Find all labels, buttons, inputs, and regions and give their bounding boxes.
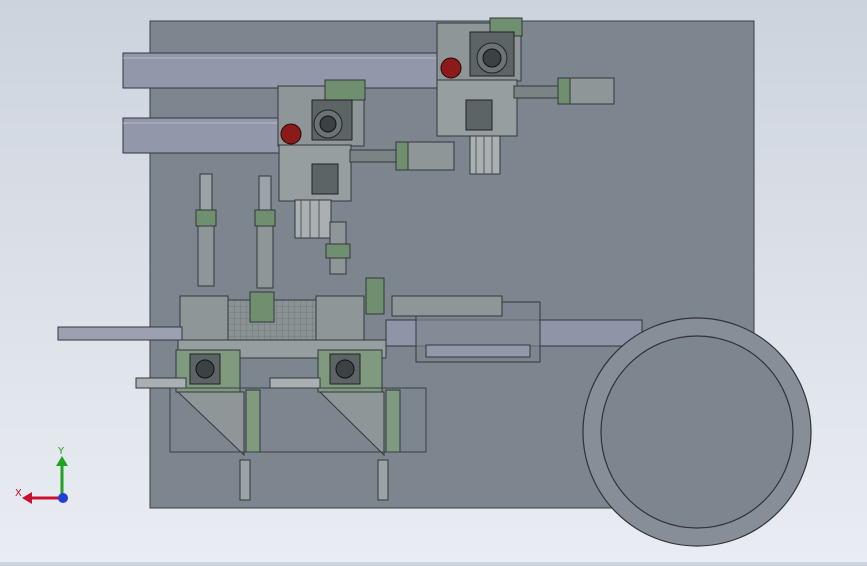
assembly-drawing: Y X xyxy=(15,17,812,547)
coordinate-triad: Y X xyxy=(15,446,68,504)
cad-graphics-viewport[interactable]: Y X xyxy=(0,0,867,562)
left-feed-bar[interactable] xyxy=(57,326,183,341)
red-knob-upper[interactable] xyxy=(440,57,462,79)
triad-x-label: X xyxy=(15,488,22,499)
triad-y-label: Y xyxy=(57,446,65,457)
vibratory-feeder-bowl[interactable] xyxy=(582,317,812,547)
main-work-station[interactable] xyxy=(177,291,387,359)
upper-left-rail[interactable] xyxy=(122,52,442,89)
lower-left-rail[interactable] xyxy=(122,117,291,154)
red-knob-middle[interactable] xyxy=(280,123,302,145)
